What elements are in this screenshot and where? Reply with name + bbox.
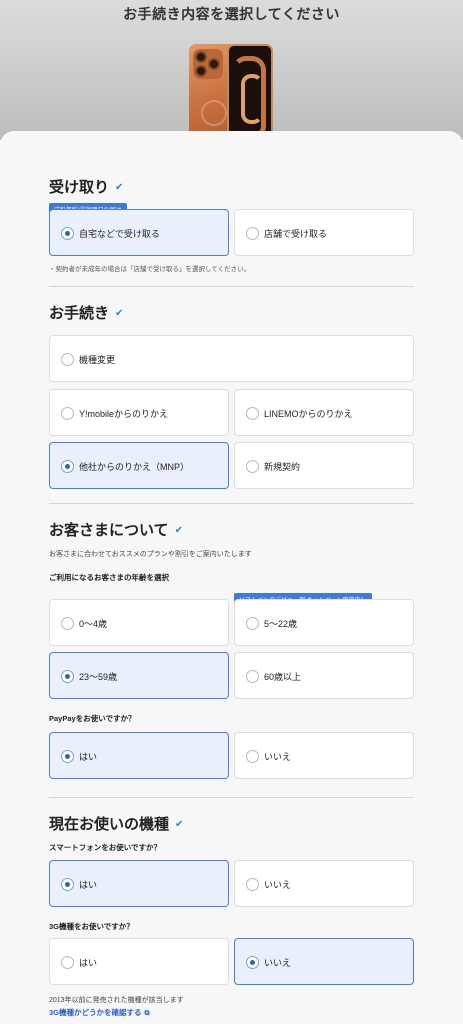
option-paypay-no[interactable]: いいえ (234, 732, 414, 779)
radio-icon (61, 460, 74, 473)
radio-icon (61, 750, 74, 763)
receive-note: ・契約者が未成年の場合は「店舗で受け取る」を選択してください。 (49, 266, 251, 273)
radio-icon (61, 617, 74, 630)
option-paypay-yes[interactable]: はい (49, 732, 229, 779)
radio-icon (61, 227, 74, 240)
option-age-0-4[interactable]: 0〜4歳 (49, 599, 229, 646)
radio-icon (246, 956, 259, 969)
external-link-icon: ⧉ (144, 1010, 150, 1017)
section-title-receive: 受け取り ✔ (49, 179, 124, 196)
option-linemo-switch[interactable]: LINEMOからのりかえ (234, 389, 414, 436)
customer-description: お客さまに合わせておススメのプランや割引をご案内いたします (49, 551, 252, 558)
radio-icon (61, 670, 74, 683)
paypay-question: PayPayをお使いですか？ (49, 714, 136, 723)
radio-icon (246, 878, 259, 891)
smartphone-question: スマートフォンをお使いですか？ (49, 843, 162, 852)
radio-icon (61, 878, 74, 891)
radio-icon (246, 670, 259, 683)
option-smartphone-yes[interactable]: はい (49, 860, 229, 907)
option-3g-no[interactable]: いいえ (234, 938, 414, 985)
g3-note: 2013年以前に発売された機種が該当します (49, 997, 184, 1004)
option-model-change[interactable]: 機種変更 (49, 335, 414, 382)
option-3g-yes[interactable]: はい (49, 938, 229, 985)
option-age-60-plus[interactable]: 60歳以上 (234, 652, 414, 699)
divider (49, 503, 414, 504)
check-icon: ✔ (115, 308, 124, 319)
option-new-contract[interactable]: 新規契約 (234, 442, 414, 489)
hero-banner: お手続き内容を選択してください (0, 0, 463, 150)
section-title-procedure: お手続き ✔ (49, 305, 124, 322)
g3-question: 3G機種をお使いですか？ (49, 922, 134, 931)
option-age-23-59[interactable]: 23〜59歳 (49, 652, 229, 699)
option-smartphone-no[interactable]: いいえ (234, 860, 414, 907)
radio-icon (61, 407, 74, 420)
option-age-5-22[interactable]: 5〜22歳 (234, 599, 414, 646)
page-title: お手続き内容を選択してください (123, 6, 340, 22)
radio-icon (246, 617, 259, 630)
radio-icon (246, 407, 259, 420)
check-icon: ✔ (115, 182, 124, 193)
radio-icon (246, 460, 259, 473)
radio-icon (246, 227, 259, 240)
divider (49, 286, 414, 287)
section-title-device: 現在お使いの機種 ✔ (49, 816, 184, 833)
option-home-receive[interactable]: 自宅などで受け取る (49, 209, 229, 256)
radio-icon (61, 353, 74, 366)
check-3g-link[interactable]: 3G機種かどうかを確認する ⧉ (49, 1007, 150, 1018)
check-icon: ✔ (175, 819, 184, 830)
option-store-receive[interactable]: 店舗で受け取る (234, 209, 414, 256)
section-title-customer: お客さまについて ✔ (49, 522, 183, 539)
radio-icon (246, 750, 259, 763)
check-icon: ✔ (174, 525, 183, 536)
age-question: ご利用になるお客さまの年齢を選択 (49, 573, 169, 582)
option-ymobile-switch[interactable]: Y!mobileからのりかえ (49, 389, 229, 436)
divider (49, 797, 414, 798)
option-mnp[interactable]: 他社からのりかえ（MNP） (49, 442, 229, 489)
radio-icon (61, 956, 74, 969)
